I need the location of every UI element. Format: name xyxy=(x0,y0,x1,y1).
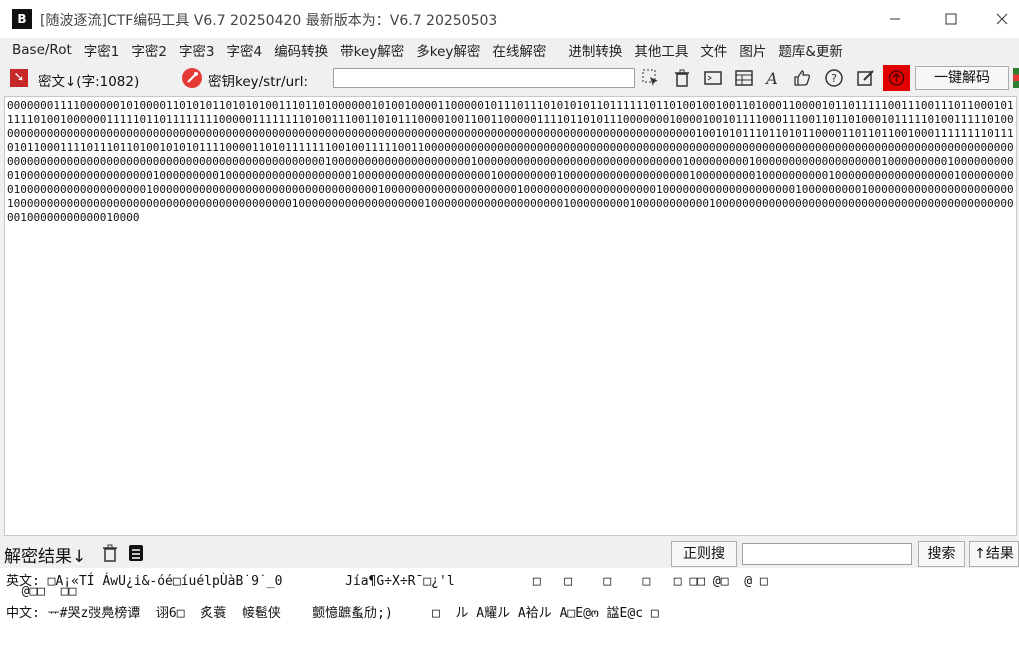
close-button[interactable] xyxy=(984,0,1019,38)
menu-bar: Base/Rot 字密1 字密2 字密3 字密4 编码转换 带key解密 多ke… xyxy=(0,38,1019,62)
menu-image[interactable]: 图片 xyxy=(733,40,772,60)
menu-encoding[interactable]: 编码转换 xyxy=(268,40,334,60)
result-bar: 解密结果↓ 正则搜 搜索 ↑结果 xyxy=(0,540,1019,568)
edit-icon[interactable] xyxy=(856,68,876,88)
menu-multi-key[interactable]: 多key解密 xyxy=(410,40,486,60)
search-button[interactable]: 搜索 xyxy=(918,541,965,567)
font-icon[interactable]: A xyxy=(762,68,782,88)
select-cursor-icon[interactable] xyxy=(641,68,661,88)
menu-zimi3[interactable]: 字密3 xyxy=(173,40,221,60)
result-textarea[interactable]: 英文: □A¡«TÍ ÁwU¿i&-óé□íuélpÙàB˙9˙_0 Jía¶G… xyxy=(0,568,1019,668)
result-trash-icon[interactable] xyxy=(100,543,120,563)
help-icon[interactable]: ? xyxy=(824,68,844,88)
toolbar: ➘ 密文↓(字:1082) 密钥key/str/url: A ? 一键解码 xyxy=(0,62,1019,94)
menu-zimi2[interactable]: 字密2 xyxy=(125,40,173,60)
menu-zimi1[interactable]: 字密1 xyxy=(78,40,126,60)
key-label: 密钥key/str/url: xyxy=(208,74,309,90)
ciphertext-textarea[interactable]: 0000000111100000010100001101010110101010… xyxy=(4,96,1017,536)
trash-icon[interactable] xyxy=(672,68,692,88)
menu-zimi4[interactable]: 字密4 xyxy=(221,40,269,60)
menu-base-rot[interactable]: Base/Rot xyxy=(0,42,78,58)
menu-key-decrypt[interactable]: 带key解密 xyxy=(334,40,410,60)
menu-question-bank[interactable]: 题库&更新 xyxy=(772,40,849,60)
result-label: 解密结果↓ xyxy=(4,547,87,567)
status-strip xyxy=(1013,68,1019,88)
svg-text:?: ? xyxy=(831,72,837,85)
result-english-line-wrap: @□□ □□ xyxy=(6,584,77,599)
menu-base-convert[interactable]: 进制转换 xyxy=(552,40,628,60)
terminal-icon[interactable] xyxy=(703,68,723,88)
copy-icon[interactable] xyxy=(126,543,146,563)
key-icon xyxy=(182,68,202,88)
result-english-line: 英文: □A¡«TÍ ÁwU¿i&-óé□íuélpÙàB˙9˙_0 Jía¶G… xyxy=(6,574,768,589)
minimize-button[interactable] xyxy=(870,0,920,38)
thumbs-up-icon[interactable] xyxy=(792,68,812,88)
ciphertext-label: 密文↓(字:1082) xyxy=(38,74,140,90)
search-input[interactable] xyxy=(742,543,912,565)
record-button[interactable] xyxy=(883,65,910,91)
maximize-button[interactable] xyxy=(926,0,976,38)
maximize-icon xyxy=(945,13,957,25)
arrow-down-icon[interactable]: ➘ xyxy=(10,69,28,87)
upload-icon xyxy=(888,70,905,86)
menu-file[interactable]: 文件 xyxy=(694,40,733,60)
one-click-decode-button[interactable]: 一键解码 xyxy=(915,66,1009,90)
window-title: [随波逐流]CTF编码工具 V6.7 20250420 最新版本为：V6.7 2… xyxy=(40,13,498,29)
result-up-button[interactable]: ↑结果 xyxy=(969,541,1019,567)
title-bar: B [随波逐流]CTF编码工具 V6.7 20250420 最新版本为：V6.7… xyxy=(0,0,1019,38)
key-input[interactable] xyxy=(333,68,635,88)
table-icon[interactable] xyxy=(734,68,754,88)
result-chinese-line: 中文: ᅲ#哭z弢鳧榜谭 诩6□ 炙蓑 帹髱侠 颤憶蹠蚃劤;) □ ル A耀ル … xyxy=(6,606,659,621)
close-icon xyxy=(996,13,1007,25)
app-logo-icon: B xyxy=(12,9,32,29)
menu-online-decrypt[interactable]: 在线解密 xyxy=(486,40,552,60)
menu-other-tools[interactable]: 其他工具 xyxy=(628,40,694,60)
regex-search-button[interactable]: 正则搜 xyxy=(671,541,737,567)
minimize-icon xyxy=(890,18,900,20)
